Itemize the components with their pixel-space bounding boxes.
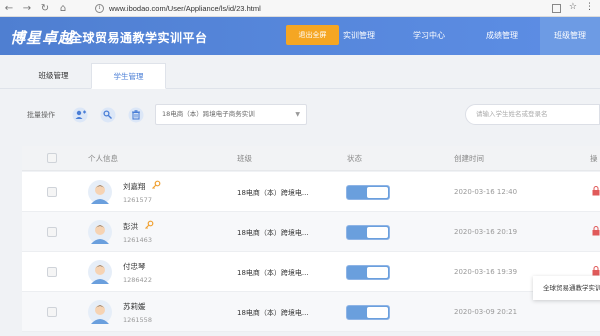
lock-icon[interactable]	[592, 226, 600, 236]
student-id: 1261463	[123, 236, 152, 244]
student-class: 18电商（本）跨境电...	[237, 189, 309, 197]
nav-learning-center[interactable]: 学习中心	[398, 17, 460, 55]
brand-logo: 博星卓越	[10, 29, 75, 47]
lock-icon[interactable]	[592, 186, 600, 196]
student-name: 刘嘉翔	[123, 182, 146, 191]
column-status: 状态	[347, 154, 362, 163]
row-checkbox[interactable]	[47, 187, 57, 197]
class-select-value: 18电商（本）跨境电子商务实训	[162, 110, 255, 118]
exit-fullscreen-button[interactable]: 退出全屏	[286, 25, 339, 45]
column-personal-info: 个人信息	[88, 154, 118, 163]
class-select[interactable]: 18电商（本）跨境电子商务实训 ▼	[155, 104, 307, 125]
student-name: 彭洪	[123, 222, 138, 231]
student-name: 付忠琴	[123, 262, 146, 271]
student-class: 18电商（本）跨境电...	[237, 229, 309, 237]
url-text: www.ibodao.com/User/Appliance/ls/id/23.h…	[109, 4, 261, 13]
status-toggle[interactable]	[346, 265, 390, 280]
status-toggle[interactable]	[346, 185, 390, 200]
star-icon[interactable]: ☆	[569, 2, 577, 13]
student-search-input[interactable]: 请输入学生姓名或登录名	[465, 104, 600, 125]
student-id: 1261558	[123, 316, 152, 324]
tab-student-management[interactable]: 学生管理	[91, 63, 166, 89]
tab-bar: 班级管理 学生管理	[0, 63, 600, 89]
column-class: 班级	[237, 154, 252, 163]
column-created-time: 创建时间	[454, 154, 484, 163]
student-id: 1261577	[123, 196, 152, 204]
status-toggle[interactable]	[346, 305, 390, 320]
page-title: 全球贸易通教学实训平台	[70, 31, 208, 45]
chevron-down-icon: ▼	[295, 111, 300, 118]
nav-grade-management[interactable]: 成绩管理	[472, 17, 532, 55]
table-row: 付忠琴 1286422 18电商（本）跨境电... 2020-03-16 19:…	[22, 252, 600, 292]
app-header: 博星卓越 全球贸易通教学实训平台 退出全屏 实训管理 学习中心 成绩管理 班级管…	[0, 17, 600, 55]
reader-view-icon[interactable]	[551, 4, 561, 13]
reset-password-icon[interactable]	[99, 106, 117, 124]
row-checkbox[interactable]	[47, 227, 57, 237]
created-time: 2020-03-16 12:40	[454, 188, 518, 196]
created-time: 2020-03-09 20:21	[454, 308, 518, 316]
forward-icon[interactable]: →	[18, 0, 36, 17]
student-name: 苏莉媛	[123, 302, 146, 311]
table-header: 个人信息 班级 状态 创建时间 操	[22, 146, 600, 171]
more-icon[interactable]: ⋮	[585, 2, 594, 13]
avatar	[88, 300, 112, 324]
table-row: 彭洪 1261463 18电商（本）跨境电... 2020-03-16 20:1…	[22, 212, 600, 252]
key-icon[interactable]	[144, 220, 154, 230]
reload-icon[interactable]: ↻	[36, 0, 54, 17]
delete-icon[interactable]	[127, 106, 145, 124]
add-student-icon[interactable]	[71, 106, 89, 124]
student-class: 18电商（本）跨境电...	[237, 309, 309, 317]
column-actions: 操	[590, 154, 598, 163]
select-all-checkbox[interactable]	[47, 153, 57, 163]
info-icon[interactable]: i	[95, 4, 104, 13]
address-bar[interactable]: i www.ibodao.com/User/Appliance/ls/id/23…	[95, 1, 525, 16]
home-icon[interactable]: ⌂	[54, 0, 72, 17]
back-icon[interactable]: ←	[0, 0, 18, 17]
status-toggle[interactable]	[346, 225, 390, 240]
key-icon[interactable]	[151, 180, 161, 190]
student-class: 18电商（本）跨境电...	[237, 269, 309, 277]
student-id: 1286422	[123, 276, 152, 284]
table-row: 苏莉媛 1261558 18电商（本）跨境电... 2020-03-09 20:…	[22, 292, 600, 332]
batch-operation-label: 批量操作	[27, 111, 55, 119]
created-time: 2020-03-16 20:19	[454, 228, 518, 236]
lock-icon[interactable]	[592, 266, 600, 276]
avatar	[88, 180, 112, 204]
nav-training-management[interactable]: 实训管理	[336, 17, 382, 55]
row-checkbox[interactable]	[47, 307, 57, 317]
avatar	[88, 260, 112, 284]
tab-class-management[interactable]: 班级管理	[21, 63, 86, 89]
avatar	[88, 220, 112, 244]
table-row: 刘嘉翔 1261577 18电商（本）跨境电... 2020-03-16 12:…	[22, 172, 600, 212]
tooltip: 全球贸易通教学实训	[533, 276, 600, 300]
created-time: 2020-03-16 19:39	[454, 268, 518, 276]
browser-toolbar: ← → ↻ ⌂ i www.ibodao.com/User/Appliance/…	[0, 0, 600, 17]
nav-class-management[interactable]: 班级管理	[540, 17, 600, 55]
batch-toolbar: 批量操作 18电商（本）跨境电子商务实训 ▼ 请输入学生姓名或登录名	[0, 98, 600, 133]
row-checkbox[interactable]	[47, 267, 57, 277]
